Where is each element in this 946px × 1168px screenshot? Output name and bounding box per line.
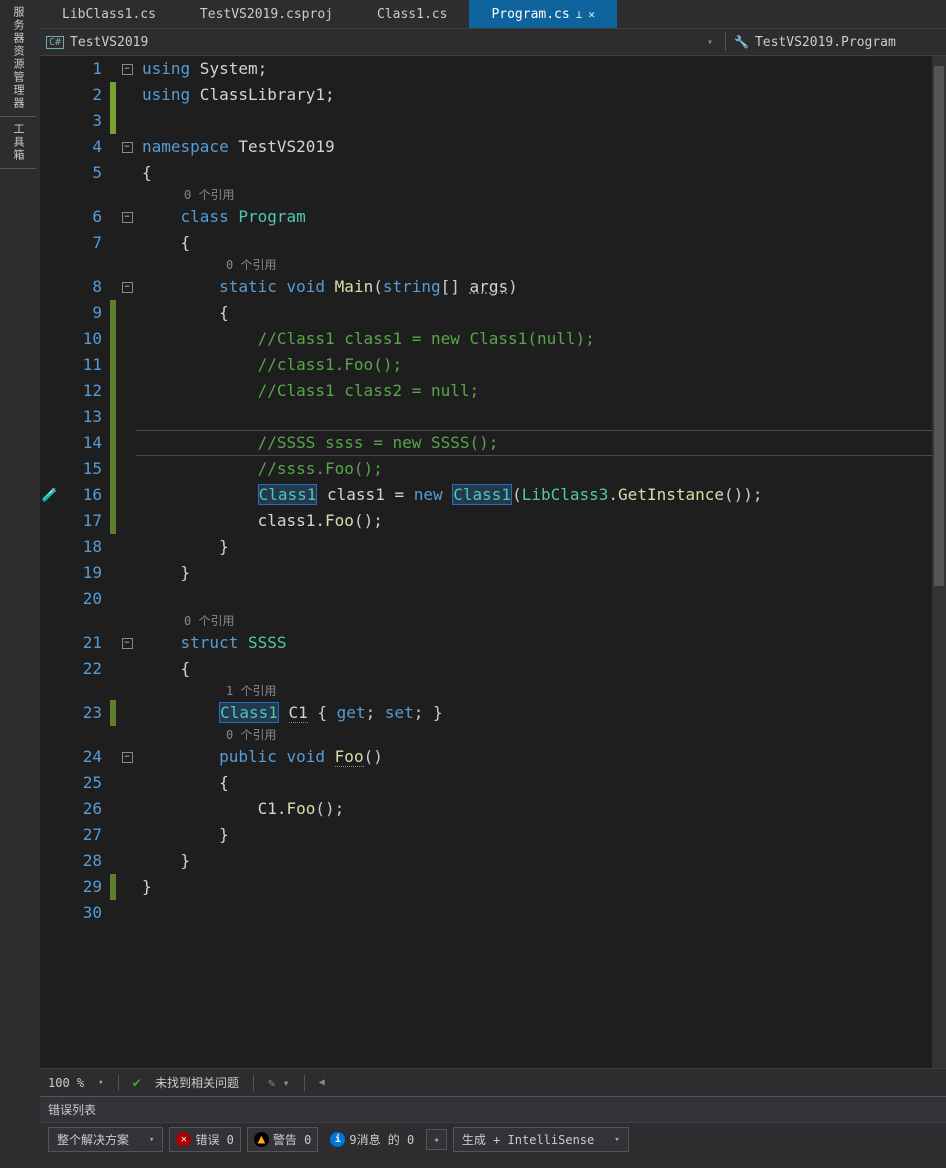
code-editor[interactable]: 🧪 12345 67 891011121314151617181920 2122…: [40, 56, 946, 1068]
code-content[interactable]: using System; using ClassLibrary1; names…: [136, 56, 946, 1068]
nav-back-icon[interactable]: ◀: [319, 1077, 325, 1088]
tab-csproj[interactable]: TestVS2019.csproj: [178, 0, 355, 28]
csharp-badge-icon: C#: [46, 36, 64, 49]
pin-icon[interactable]: ⟂: [576, 8, 583, 21]
wrench-icon: 🔧: [734, 35, 749, 49]
nav-member-dropdown[interactable]: TestVS2019.Program: [755, 35, 896, 50]
tab-libclass1[interactable]: LibClass1.cs: [40, 0, 178, 28]
codelens-ref[interactable]: 0 个引用: [136, 726, 946, 744]
error-list-header[interactable]: 错误列表: [40, 1096, 946, 1122]
line-number-gutter: 12345 67 891011121314151617181920 2122 2…: [60, 56, 110, 1068]
source-dropdown[interactable]: 生成 + IntelliSense▾: [453, 1127, 629, 1152]
nav-project-dropdown[interactable]: TestVS2019: [70, 35, 148, 50]
chevron-down-icon[interactable]: ▾: [701, 37, 719, 48]
check-circle-icon: ✔: [133, 1075, 141, 1091]
warning-icon: ▲: [254, 1132, 269, 1147]
side-panel-strip: 服务器资源管理器 工具箱: [0, 0, 40, 1168]
messages-filter-button[interactable]: i 9消息 的 0: [324, 1128, 420, 1151]
warnings-filter-button[interactable]: ▲ 警告 0: [247, 1127, 318, 1152]
close-icon[interactable]: ✕: [588, 8, 595, 21]
build-filter-button[interactable]: ✦: [426, 1129, 447, 1150]
chevron-down-icon[interactable]: ▾: [98, 1078, 103, 1088]
glyph-margin: 🧪: [40, 56, 60, 1068]
scope-dropdown[interactable]: 整个解决方案▾: [48, 1127, 163, 1152]
fold-toggle[interactable]: −: [122, 212, 133, 223]
info-icon: i: [330, 1132, 345, 1147]
tab-program[interactable]: Program.cs ⟂ ✕: [469, 0, 617, 28]
tab-label: LibClass1.cs: [62, 7, 156, 22]
tab-label: Class1.cs: [377, 7, 447, 22]
document-tabs: LibClass1.cs TestVS2019.csproj Class1.cs…: [40, 0, 946, 28]
editor-status-bar: 100 % ▾ ✔ 未找到相关问题 ✎ ▾ ◀: [40, 1068, 946, 1096]
chevron-down-icon: ▾: [149, 1135, 154, 1145]
vertical-scrollbar[interactable]: [932, 56, 946, 1068]
fold-margin: − − − − − −: [118, 56, 136, 1068]
side-tab-toolbox[interactable]: 工具箱: [0, 117, 36, 169]
zoom-level[interactable]: 100 %: [48, 1076, 84, 1090]
fold-toggle[interactable]: −: [122, 64, 133, 75]
tab-label: TestVS2019.csproj: [200, 7, 333, 22]
fold-toggle[interactable]: −: [122, 752, 133, 763]
codelens-ref[interactable]: 0 个引用: [136, 612, 946, 630]
tab-label: Program.cs: [491, 7, 569, 22]
codelens-ref[interactable]: 0 个引用: [136, 256, 946, 274]
errors-filter-button[interactable]: ✕ 错误 0: [169, 1127, 240, 1152]
fold-toggle[interactable]: −: [122, 638, 133, 649]
brush-icon[interactable]: ✎ ▾: [268, 1076, 290, 1090]
fold-toggle[interactable]: −: [122, 282, 133, 293]
codelens-ref[interactable]: 0 个引用: [136, 186, 946, 204]
error-list-toolbar: 整个解决方案▾ ✕ 错误 0 ▲ 警告 0 i 9消息 的 0 ✦ 生成 + I…: [40, 1122, 946, 1156]
navigation-bar: C# TestVS2019 ▾ 🔧 TestVS2019.Program: [40, 28, 946, 56]
scrollbar-thumb[interactable]: [934, 66, 944, 586]
tab-class1[interactable]: Class1.cs: [355, 0, 469, 28]
change-margin: [110, 56, 118, 1068]
error-icon: ✕: [176, 1132, 191, 1147]
side-tab-server-explorer[interactable]: 服务器资源管理器: [0, 0, 36, 117]
fold-toggle[interactable]: −: [122, 142, 133, 153]
health-status: 未找到相关问题: [155, 1074, 239, 1091]
lightbulb-icon[interactable]: 🧪: [42, 488, 58, 503]
codelens-ref[interactable]: 1 个引用: [136, 682, 946, 700]
chevron-down-icon: ▾: [614, 1135, 619, 1145]
